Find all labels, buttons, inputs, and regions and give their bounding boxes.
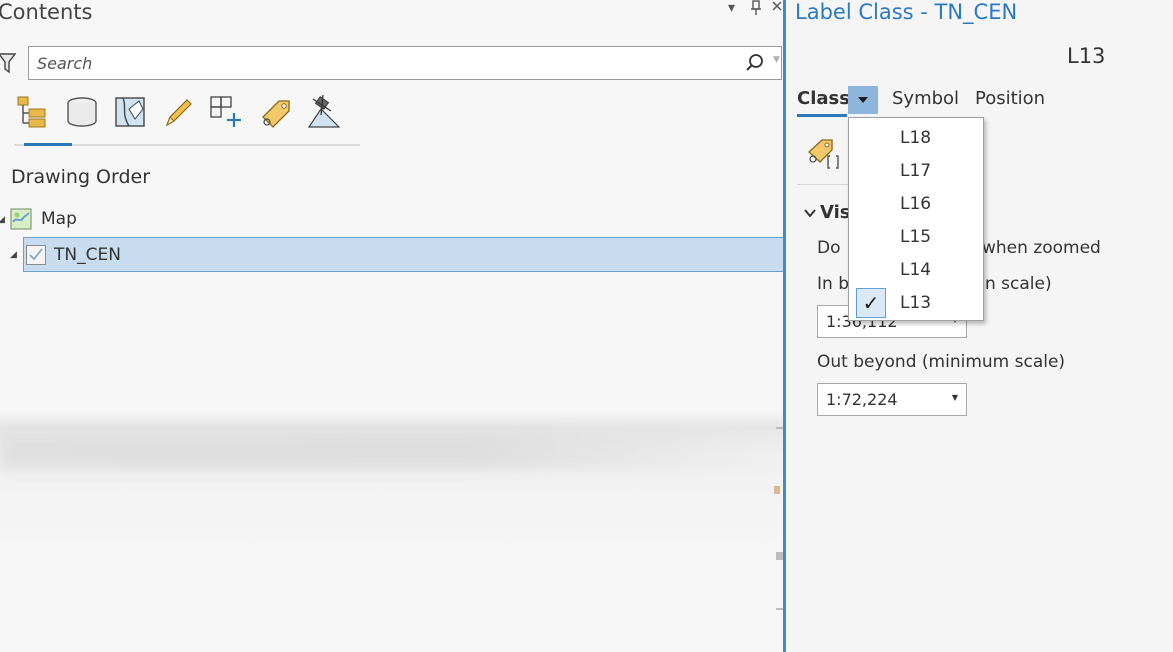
search-input[interactable]	[37, 52, 727, 74]
tab-symbol[interactable]: Symbol	[892, 88, 959, 109]
map-icon	[10, 208, 32, 234]
scale-range-text-end: when zoomed	[982, 238, 1101, 258]
menu-item-l15[interactable]: L15	[849, 221, 983, 254]
close-icon[interactable]	[772, 0, 782, 18]
menu-item-l17[interactable]: L17	[849, 155, 983, 188]
active-view-indicator	[24, 143, 72, 146]
menu-item-l16[interactable]: L16	[849, 188, 983, 221]
chevron-down-icon	[858, 97, 868, 103]
menu-item-l14[interactable]: L14	[849, 254, 983, 287]
search-icon[interactable]	[745, 53, 765, 73]
list-by-data-source-icon[interactable]	[64, 94, 100, 130]
search-options-icon[interactable]: ▼	[773, 55, 780, 65]
checkmark-icon: ✓	[856, 288, 886, 318]
pane-options-icon[interactable]: ▾	[728, 0, 735, 16]
visibility-heading-text: Vis	[820, 202, 851, 223]
list-by-labeling-icon[interactable]	[258, 94, 294, 130]
map-tree-item[interactable]: ◢ Map	[0, 206, 200, 232]
in-beyond-label-end: n scale)	[985, 274, 1052, 294]
search-field[interactable]: ▼	[28, 46, 782, 80]
class-dropdown-menu: L18 L17 L16 L15 L14 ✓ L13	[848, 117, 984, 321]
collapse-arrow-icon[interactable]: ◢	[0, 215, 5, 225]
scale-range-text-start: Do	[817, 238, 841, 258]
pin-icon[interactable]	[750, 0, 762, 20]
label-class-pane: Label Class - TN_CEN L13 Class Symbol Po…	[786, 0, 1173, 652]
tab-position[interactable]: Position	[975, 88, 1045, 109]
out-beyond-scale-combo[interactable]: 1:72,224 ▼	[817, 383, 967, 416]
label-class-title: Label Class - TN_CEN	[795, 0, 1018, 24]
combo-arrow-icon: ▼	[951, 393, 958, 402]
out-beyond-label: Out beyond (minimum scale)	[817, 352, 1066, 372]
label-class-properties-icon[interactable]	[806, 136, 840, 170]
pane-title: Contents	[0, 0, 93, 24]
chevron-down-icon	[804, 202, 816, 223]
layer-label: TN_CEN	[54, 245, 121, 265]
layer-visibility-checkbox[interactable]	[26, 245, 46, 265]
clipped-edge-marks	[774, 420, 783, 620]
blurred-streak	[0, 430, 783, 470]
class-dropdown-button[interactable]	[848, 86, 878, 114]
drawing-order-heading: Drawing Order	[11, 166, 151, 188]
contents-pane: Contents ▾ ▼	[0, 0, 783, 652]
visibility-section-heading[interactable]: Vis	[804, 202, 851, 223]
active-tab-indicator	[797, 114, 847, 117]
filter-icon[interactable]	[0, 52, 17, 74]
list-by-selection-icon[interactable]	[112, 94, 148, 130]
map-label: Map	[41, 209, 77, 229]
in-beyond-label-start: In b	[817, 274, 849, 294]
current-class-label: L13	[1067, 44, 1106, 68]
expand-arrow-icon[interactable]: ◢	[10, 250, 17, 260]
contents-toolbar	[14, 94, 360, 146]
list-by-drawing-order-icon[interactable]	[14, 94, 50, 130]
layer-tree-item[interactable]: ◢ TN_CEN	[10, 237, 783, 272]
out-beyond-scale-value: 1:72,224	[826, 390, 898, 409]
menu-item-l13[interactable]: ✓ L13	[849, 287, 983, 320]
check-icon	[29, 248, 43, 261]
list-by-snapping-icon[interactable]	[208, 94, 244, 130]
tab-class[interactable]: Class	[797, 88, 850, 109]
menu-item-l18[interactable]: L18	[849, 122, 983, 155]
label-class-tabs: Class Symbol Position	[797, 86, 1097, 120]
list-by-editing-icon[interactable]	[160, 94, 196, 130]
list-by-perspective-imagery-icon[interactable]	[306, 94, 342, 130]
